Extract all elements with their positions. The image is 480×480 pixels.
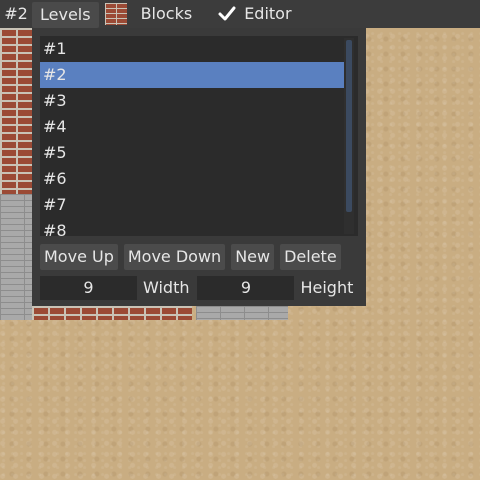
width-input[interactable]: 9 <box>40 276 137 300</box>
levels-panel: #1 #2 #3 #4 #5 #6 #7 #8 Move Up Move Dow… <box>32 28 366 306</box>
height-input[interactable]: 9 <box>197 276 295 300</box>
level-size-row: 9 Width 9 Height <box>40 276 361 300</box>
top-toolbar: #2 Levels Blocks Editor <box>0 0 480 28</box>
new-level-button[interactable]: New <box>231 244 275 270</box>
level-list-item[interactable]: #6 <box>40 166 344 192</box>
list-scrollbar[interactable] <box>344 38 354 234</box>
level-actions: Move Up Move Down New Delete <box>40 244 341 270</box>
level-list-item[interactable]: #3 <box>40 88 344 114</box>
level-list-item-selected[interactable]: #2 <box>40 62 344 88</box>
checkmark-icon[interactable] <box>216 3 238 25</box>
editor-toggle[interactable]: Editor <box>216 0 292 28</box>
level-list-item[interactable]: #4 <box>40 114 344 140</box>
level-list-item[interactable]: #1 <box>40 36 344 62</box>
levels-list[interactable]: #1 #2 #3 #4 #5 #6 #7 #8 <box>40 36 358 236</box>
current-level-indicator: #2 <box>4 4 28 23</box>
brick-wall-left <box>0 28 32 194</box>
height-label: Height <box>300 278 354 297</box>
level-list-item[interactable]: #5 <box>40 140 344 166</box>
stone-floor <box>196 306 288 320</box>
move-down-button[interactable]: Move Down <box>123 244 226 270</box>
brick-block-icon <box>104 3 127 25</box>
level-list-item[interactable]: #7 <box>40 192 344 218</box>
stone-wall-left <box>0 194 32 320</box>
levels-button[interactable]: Levels <box>32 1 99 28</box>
delete-level-button[interactable]: Delete <box>280 244 341 270</box>
editor-label: Editor <box>244 4 292 23</box>
move-up-button[interactable]: Move Up <box>40 244 118 270</box>
width-label: Width <box>143 278 190 297</box>
blocks-button[interactable]: Blocks <box>127 0 207 28</box>
brick-floor <box>32 306 192 320</box>
scrollbar-thumb[interactable] <box>346 40 352 212</box>
level-list-item[interactable]: #8 <box>40 218 344 236</box>
